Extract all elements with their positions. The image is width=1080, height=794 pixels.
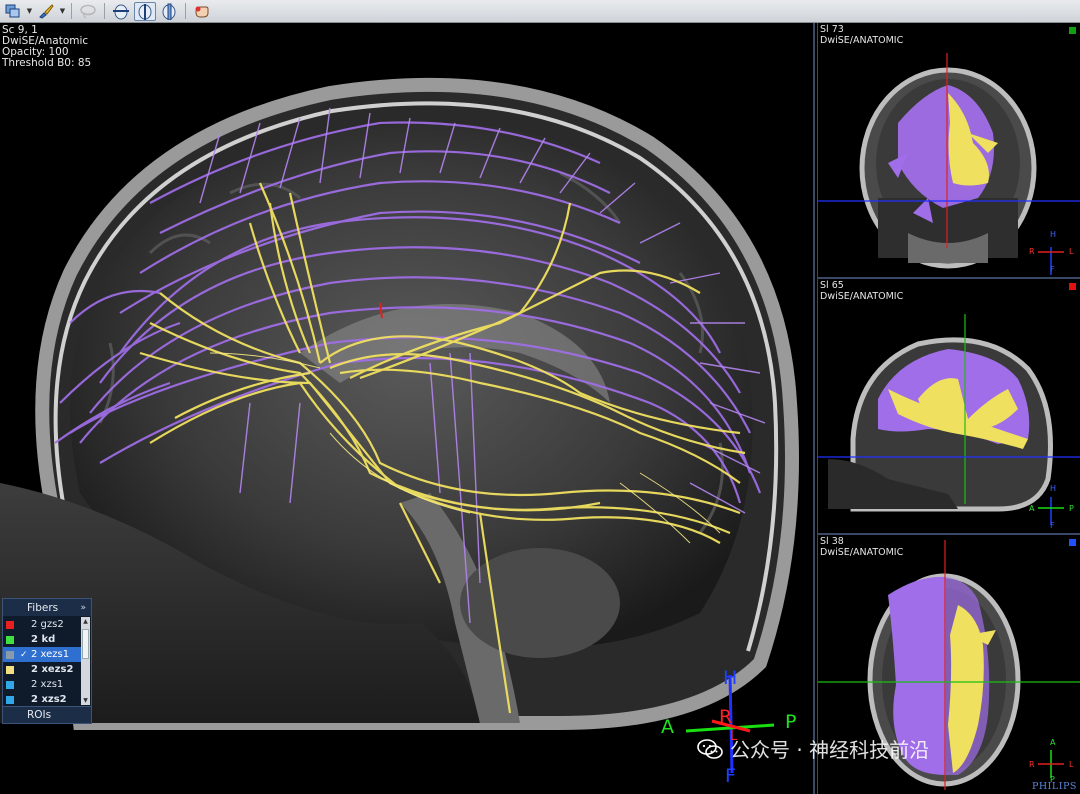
orient-anterior-label: A [661,716,674,738]
orient-right-side-label: L [1069,760,1074,769]
sagittal-view-info: Sl 65 DwiSE/ANATOMIC [820,280,904,302]
sagittal-brain-mini-render [818,314,1080,525]
fiber-item-gzs2[interactable]: 2 gzs2 [3,617,83,632]
fiber-color-swatch[interactable] [6,635,14,644]
view-marker-red [1069,283,1076,290]
main-tractography-view[interactable]: Sc 9, 1 DwiSE/Anatomic Opacity: 100 Thre… [0,23,815,794]
orient-head-label: H [723,667,738,689]
slice-label: Sl 65 [820,280,844,291]
sequence-type-label: DwiSE/ANATOMIC [820,546,904,558]
orient-right-label: R [719,706,733,728]
orient-bottom-label: F [1050,521,1055,530]
orient-posterior-label: P [785,711,797,733]
fiber-check-icon: ✓ [20,649,28,660]
wechat-icon [697,738,723,759]
slice-label: Sl 73 [820,24,844,35]
slice-label: Sl 38 [820,536,844,547]
expand-icon[interactable]: » [80,603,86,613]
fiber-color-swatch[interactable] [6,680,14,689]
hand-reset-icon [195,6,209,18]
coronal-plane-button[interactable] [158,2,180,21]
view-marker-green [1069,27,1076,34]
fiber-list-scrollbar[interactable]: ▲ ▼ [81,617,90,705]
lasso-button[interactable] [77,2,99,21]
toolbar: ▼ ▼ [0,0,1080,23]
lasso-icon [80,4,96,19]
watermark-text: 公众号 · 神经科技前沿 [730,738,930,762]
toolbar-separator [71,3,72,19]
fibers-panel-header[interactable]: Fibers » [3,599,91,616]
fiber-color-swatch[interactable] [6,665,14,674]
fiber-label: 2 xezs1 [31,649,70,660]
fiber-label: 2 xezs2 [31,664,74,675]
layers-menu-arrow-icon[interactable]: ▼ [26,2,33,21]
fiber-item-xzs2[interactable]: 2 xzs2 [3,692,83,707]
fiber-item-kd[interactable]: 2 kd [3,632,83,647]
sequence-type-label: DwiSE/ANATOMIC [820,34,904,46]
fiber-color-swatch[interactable] [6,650,14,659]
brush-button[interactable] [35,2,57,21]
sagittal-view[interactable]: Sl 65 DwiSE/ANATOMIC H A P F [817,279,1080,535]
brand-logo: PHILIPS [1032,781,1077,792]
coronal-view-info: Sl 73 DwiSE/ANATOMIC [820,24,904,46]
sagittal-plane-button[interactable] [134,1,156,21]
orient-left-side-label: R [1029,247,1035,256]
toolbar-separator [104,3,105,19]
fiber-label: 2 xzs2 [31,694,67,705]
fibers-panel: Fibers » 2 gzs2 2 kd ✓ 2 xezs1 2 xezs2 2… [2,598,92,724]
fiber-color-swatch[interactable] [6,620,14,629]
scroll-up-icon[interactable]: ▲ [81,617,90,626]
scroll-thumb[interactable] [82,629,89,659]
brush-icon [39,4,54,19]
sequence-type-label: DwiSE/ANATOMIC [820,290,904,302]
axial-plane-button[interactable] [110,2,132,21]
coronal-view[interactable]: Sl 73 DwiSE/ANATOMIC H R L F [817,23,1080,279]
orient-foot-label: F [725,765,736,787]
orient-top-label: H [1050,230,1057,239]
axial-plane-icon [113,4,129,19]
main-view-info: Sc 9, 1 DwiSE/Anatomic Opacity: 100 Thre… [2,25,91,69]
scroll-down-icon[interactable]: ▼ [81,696,90,705]
orient-bottom-label: F [1050,265,1055,274]
fiber-label: 2 kd [31,634,56,645]
orient-top-label: A [1050,738,1056,747]
hand-reset-button[interactable] [191,2,213,21]
sagittal-plane-icon [138,3,152,20]
orient-right-side-label: P [1069,504,1074,513]
view-marker-blue [1069,539,1076,546]
fiber-label: 2 gzs2 [31,619,64,630]
orient-right-side-label: L [1069,247,1074,256]
fiber-item-xzs1[interactable]: 2 xzs1 [3,677,83,692]
axial-view-info: Sl 38 DwiSE/ANATOMIC [820,536,904,558]
fiber-item-xezs1[interactable]: ✓ 2 xezs1 [3,647,83,662]
watermark: 公众号 · 神经科技前沿 [696,734,929,763]
fiber-list: 2 gzs2 2 kd ✓ 2 xezs1 2 xezs2 2 xzs1 2 x… [3,617,83,707]
orient-top-label: H [1050,484,1057,493]
layers-button[interactable] [2,2,24,21]
fiber-item-xezs2[interactable]: 2 xezs2 [3,662,83,677]
toolbar-separator [185,3,186,19]
fiber-color-swatch[interactable] [6,695,14,704]
orient-left-side-label: A [1029,504,1035,513]
threshold-label: Threshold B0: 85 [2,57,92,69]
brush-menu-arrow-icon[interactable]: ▼ [59,2,66,21]
layers-icon [5,4,20,17]
fiber-label: 2 xzs1 [31,679,64,690]
fibers-panel-title: Fibers [27,601,59,614]
coronal-plane-icon [162,3,176,20]
rois-tab[interactable]: ROIs [3,706,91,723]
orient-left-side-label: R [1029,760,1035,769]
coronal-brain-render [818,53,1080,275]
